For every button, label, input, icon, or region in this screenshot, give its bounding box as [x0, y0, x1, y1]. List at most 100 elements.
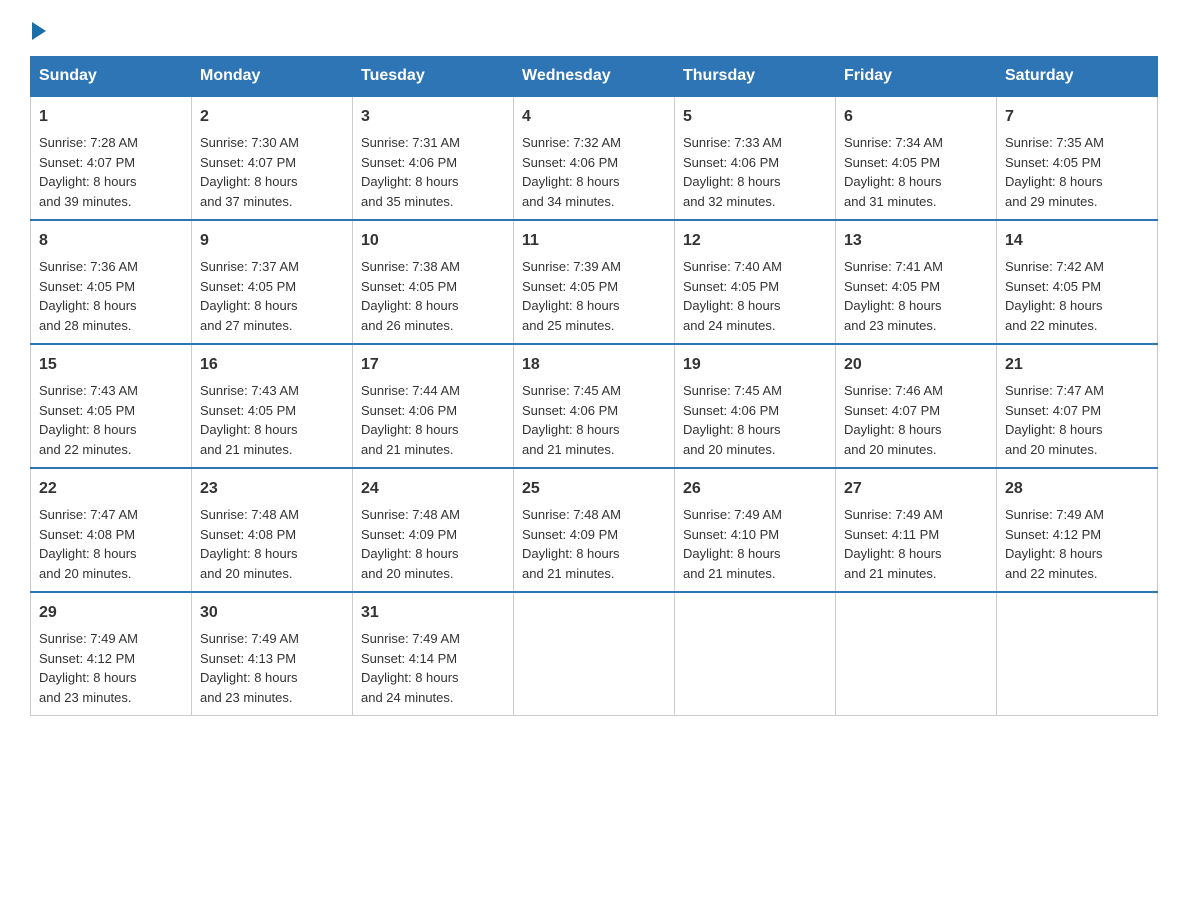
sunrise-text: Sunrise: 7:31 AM [361, 135, 460, 150]
calendar-week-row: 1 Sunrise: 7:28 AM Sunset: 4:07 PM Dayli… [31, 96, 1158, 220]
sunset-text: Sunset: 4:11 PM [844, 527, 939, 542]
daylight-text: Daylight: 8 hours [844, 422, 942, 437]
sunrise-text: Sunrise: 7:49 AM [683, 507, 782, 522]
daylight-text: Daylight: 8 hours [683, 422, 781, 437]
daylight-text: Daylight: 8 hours [844, 174, 942, 189]
calendar-week-row: 8 Sunrise: 7:36 AM Sunset: 4:05 PM Dayli… [31, 220, 1158, 344]
calendar-cell: 13 Sunrise: 7:41 AM Sunset: 4:05 PM Dayl… [836, 220, 997, 344]
calendar-cell: 24 Sunrise: 7:48 AM Sunset: 4:09 PM Dayl… [353, 468, 514, 592]
day-number: 9 [200, 229, 344, 253]
logo-arrow-icon [32, 22, 46, 40]
calendar-cell: 4 Sunrise: 7:32 AM Sunset: 4:06 PM Dayli… [514, 96, 675, 220]
calendar-cell: 16 Sunrise: 7:43 AM Sunset: 4:05 PM Dayl… [192, 344, 353, 468]
daylight-text: Daylight: 8 hours [522, 422, 620, 437]
sunrise-text: Sunrise: 7:48 AM [522, 507, 621, 522]
sunrise-text: Sunrise: 7:49 AM [200, 631, 299, 646]
calendar-day-header: Friday [836, 57, 997, 97]
daylight-minutes-text: and 20 minutes. [39, 566, 132, 581]
day-number: 23 [200, 477, 344, 501]
sunset-text: Sunset: 4:07 PM [844, 403, 940, 418]
calendar-cell: 8 Sunrise: 7:36 AM Sunset: 4:05 PM Dayli… [31, 220, 192, 344]
calendar-cell: 10 Sunrise: 7:38 AM Sunset: 4:05 PM Dayl… [353, 220, 514, 344]
daylight-text: Daylight: 8 hours [683, 174, 781, 189]
sunset-text: Sunset: 4:06 PM [683, 403, 779, 418]
daylight-text: Daylight: 8 hours [1005, 174, 1103, 189]
day-number: 12 [683, 229, 827, 253]
daylight-minutes-text: and 21 minutes. [522, 566, 615, 581]
calendar-cell: 1 Sunrise: 7:28 AM Sunset: 4:07 PM Dayli… [31, 96, 192, 220]
calendar-cell: 27 Sunrise: 7:49 AM Sunset: 4:11 PM Dayl… [836, 468, 997, 592]
calendar-cell: 26 Sunrise: 7:49 AM Sunset: 4:10 PM Dayl… [675, 468, 836, 592]
daylight-text: Daylight: 8 hours [361, 298, 459, 313]
daylight-minutes-text: and 22 minutes. [1005, 566, 1098, 581]
daylight-minutes-text: and 32 minutes. [683, 194, 776, 209]
sunrise-text: Sunrise: 7:38 AM [361, 259, 460, 274]
day-number: 3 [361, 105, 505, 129]
sunrise-text: Sunrise: 7:49 AM [39, 631, 138, 646]
page-header [30, 20, 1158, 36]
day-number: 18 [522, 353, 666, 377]
sunset-text: Sunset: 4:09 PM [522, 527, 618, 542]
daylight-text: Daylight: 8 hours [844, 546, 942, 561]
daylight-text: Daylight: 8 hours [39, 670, 137, 685]
sunset-text: Sunset: 4:05 PM [39, 279, 135, 294]
logo [30, 20, 46, 36]
daylight-minutes-text: and 27 minutes. [200, 318, 293, 333]
sunrise-text: Sunrise: 7:28 AM [39, 135, 138, 150]
sunset-text: Sunset: 4:12 PM [1005, 527, 1101, 542]
calendar-cell: 23 Sunrise: 7:48 AM Sunset: 4:08 PM Dayl… [192, 468, 353, 592]
daylight-text: Daylight: 8 hours [39, 174, 137, 189]
daylight-minutes-text: and 20 minutes. [200, 566, 293, 581]
daylight-minutes-text: and 20 minutes. [361, 566, 454, 581]
sunrise-text: Sunrise: 7:36 AM [39, 259, 138, 274]
sunrise-text: Sunrise: 7:45 AM [522, 383, 621, 398]
sunset-text: Sunset: 4:05 PM [522, 279, 618, 294]
daylight-minutes-text: and 22 minutes. [39, 442, 132, 457]
sunset-text: Sunset: 4:13 PM [200, 651, 296, 666]
daylight-text: Daylight: 8 hours [200, 422, 298, 437]
sunset-text: Sunset: 4:05 PM [39, 403, 135, 418]
daylight-minutes-text: and 24 minutes. [361, 690, 454, 705]
sunset-text: Sunset: 4:10 PM [683, 527, 779, 542]
daylight-minutes-text: and 20 minutes. [844, 442, 937, 457]
day-number: 25 [522, 477, 666, 501]
day-number: 15 [39, 353, 183, 377]
day-number: 29 [39, 601, 183, 625]
calendar-cell: 12 Sunrise: 7:40 AM Sunset: 4:05 PM Dayl… [675, 220, 836, 344]
daylight-text: Daylight: 8 hours [200, 670, 298, 685]
day-number: 27 [844, 477, 988, 501]
daylight-text: Daylight: 8 hours [39, 422, 137, 437]
calendar-week-row: 29 Sunrise: 7:49 AM Sunset: 4:12 PM Dayl… [31, 592, 1158, 716]
daylight-text: Daylight: 8 hours [200, 174, 298, 189]
daylight-minutes-text: and 39 minutes. [39, 194, 132, 209]
sunrise-text: Sunrise: 7:42 AM [1005, 259, 1104, 274]
daylight-text: Daylight: 8 hours [683, 298, 781, 313]
sunrise-text: Sunrise: 7:48 AM [200, 507, 299, 522]
daylight-text: Daylight: 8 hours [361, 174, 459, 189]
day-number: 8 [39, 229, 183, 253]
sunrise-text: Sunrise: 7:49 AM [361, 631, 460, 646]
day-number: 22 [39, 477, 183, 501]
sunrise-text: Sunrise: 7:39 AM [522, 259, 621, 274]
sunrise-text: Sunrise: 7:44 AM [361, 383, 460, 398]
calendar-cell: 15 Sunrise: 7:43 AM Sunset: 4:05 PM Dayl… [31, 344, 192, 468]
sunrise-text: Sunrise: 7:45 AM [683, 383, 782, 398]
sunrise-text: Sunrise: 7:49 AM [1005, 507, 1104, 522]
daylight-text: Daylight: 8 hours [683, 546, 781, 561]
daylight-minutes-text: and 22 minutes. [1005, 318, 1098, 333]
sunrise-text: Sunrise: 7:46 AM [844, 383, 943, 398]
day-number: 24 [361, 477, 505, 501]
day-number: 28 [1005, 477, 1149, 501]
day-number: 17 [361, 353, 505, 377]
daylight-minutes-text: and 35 minutes. [361, 194, 454, 209]
daylight-minutes-text: and 34 minutes. [522, 194, 615, 209]
calendar-cell: 29 Sunrise: 7:49 AM Sunset: 4:12 PM Dayl… [31, 592, 192, 716]
sunset-text: Sunset: 4:05 PM [200, 403, 296, 418]
daylight-text: Daylight: 8 hours [361, 422, 459, 437]
daylight-text: Daylight: 8 hours [361, 670, 459, 685]
sunset-text: Sunset: 4:06 PM [522, 155, 618, 170]
calendar-cell [836, 592, 997, 716]
calendar-day-header: Saturday [997, 57, 1158, 97]
sunset-text: Sunset: 4:14 PM [361, 651, 457, 666]
sunset-text: Sunset: 4:12 PM [39, 651, 135, 666]
